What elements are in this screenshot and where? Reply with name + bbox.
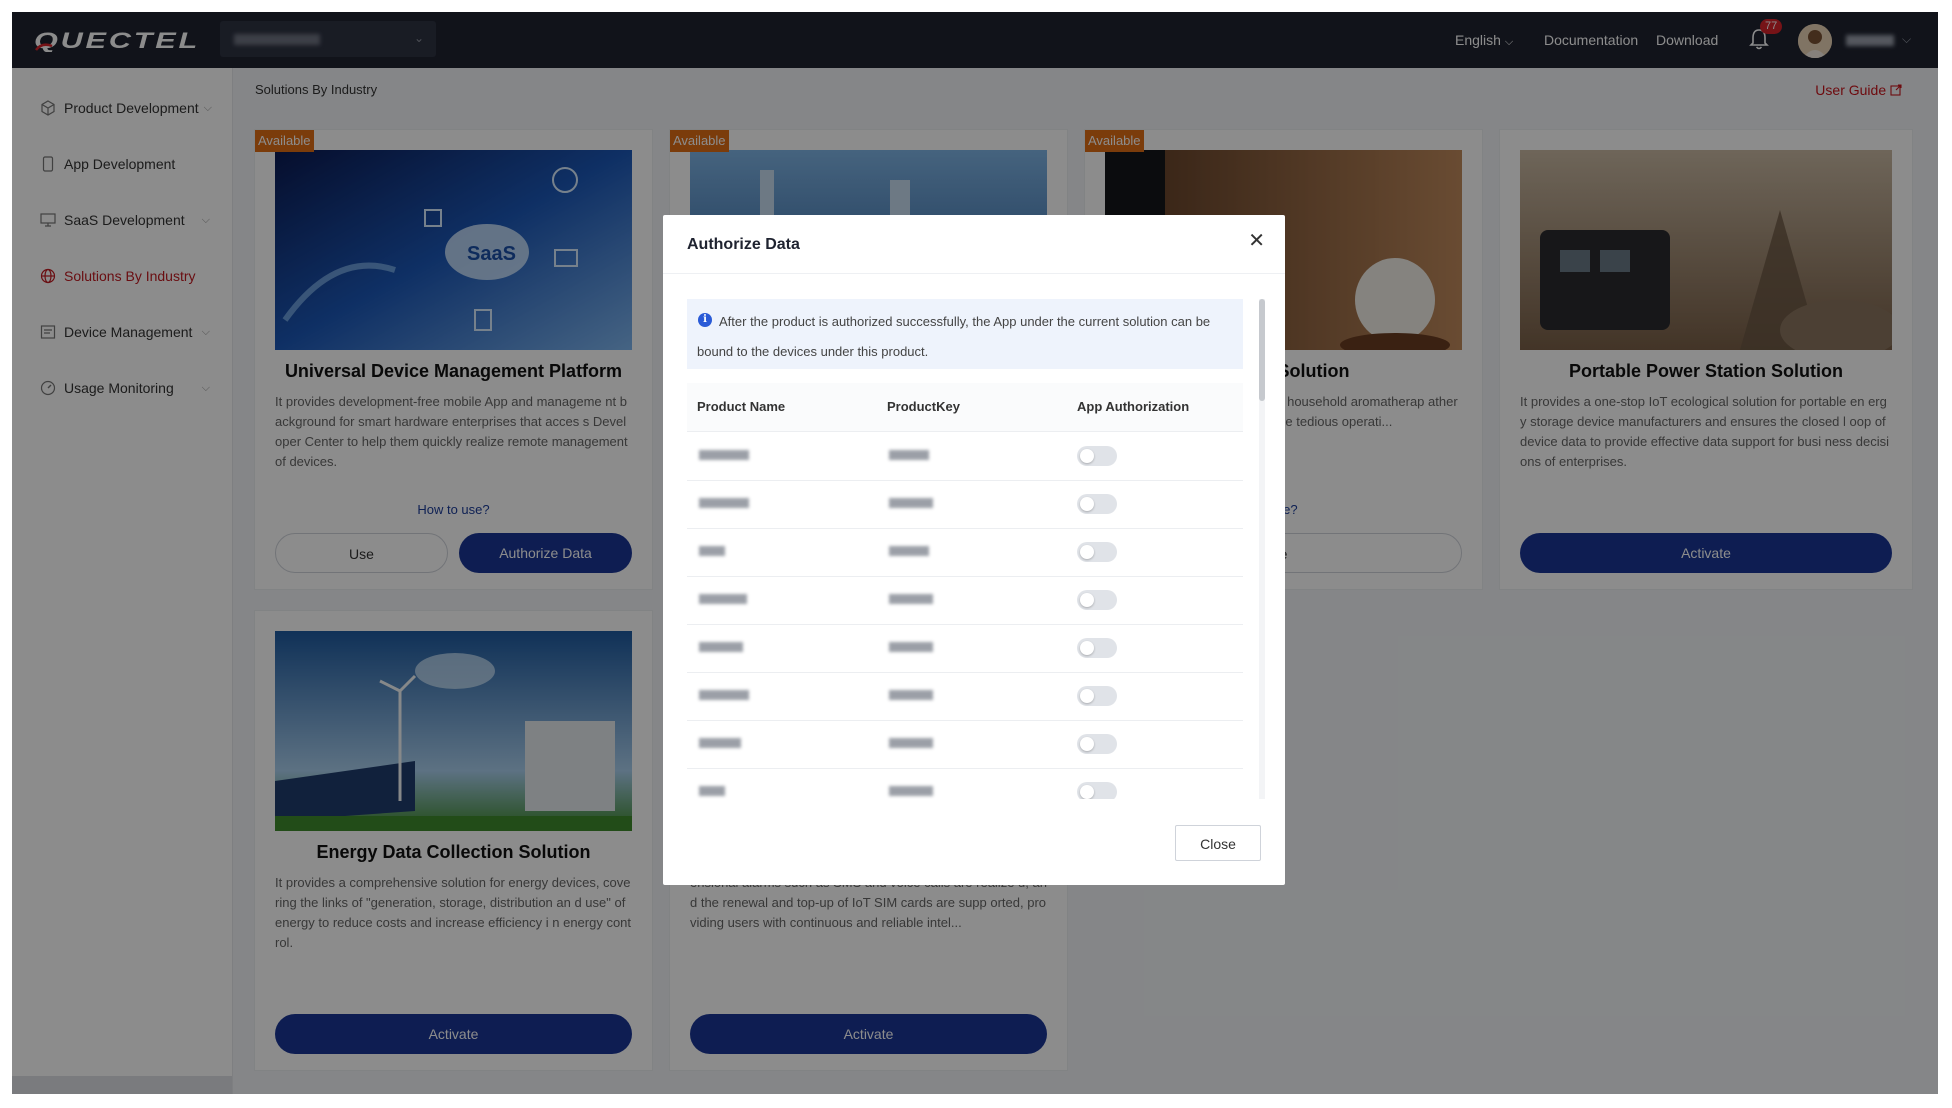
productkey-redacted <box>889 546 929 556</box>
productkey-redacted <box>889 786 933 796</box>
product-name-redacted <box>699 642 743 652</box>
authorize-data-dialog: Authorize Data ✕ i After the product is … <box>663 215 1285 885</box>
notice-text: After the product is authorized successf… <box>697 314 1211 359</box>
product-name-redacted <box>699 546 725 556</box>
table-row <box>687 768 1243 799</box>
product-name-redacted <box>699 450 749 460</box>
product-name-redacted <box>699 738 741 748</box>
product-name-redacted <box>699 498 749 508</box>
productkey-redacted <box>889 594 933 604</box>
app-authorization-toggle[interactable] <box>1077 734 1117 754</box>
table-header: Product Name ProductKey App Authorizatio… <box>687 383 1243 432</box>
product-name-redacted <box>699 786 725 796</box>
table-row <box>687 432 1243 481</box>
app-window: QUECTEL ⌄ English ⌵ Documentation Downlo… <box>12 12 1938 1094</box>
column-product-name: Product Name <box>697 399 786 414</box>
product-name-redacted <box>699 594 747 604</box>
close-button[interactable]: Close <box>1175 825 1261 861</box>
app-authorization-toggle[interactable] <box>1077 542 1117 562</box>
table-row <box>687 720 1243 769</box>
app-authorization-toggle[interactable] <box>1077 638 1117 658</box>
toggle-knob <box>1080 497 1094 511</box>
info-notice: i After the product is authorized succes… <box>687 299 1243 369</box>
dialog-scrollbar-thumb[interactable] <box>1259 299 1265 401</box>
dialog-header: Authorize Data ✕ <box>663 215 1285 274</box>
app-authorization-toggle[interactable] <box>1077 590 1117 610</box>
column-app-authorization: App Authorization <box>1077 399 1190 414</box>
toggle-knob <box>1080 737 1094 751</box>
productkey-redacted <box>889 450 929 460</box>
toggle-knob <box>1080 545 1094 559</box>
app-authorization-toggle[interactable] <box>1077 494 1117 514</box>
toggle-knob <box>1080 785 1094 799</box>
toggle-knob <box>1080 689 1094 703</box>
product-name-redacted <box>699 690 749 700</box>
productkey-redacted <box>889 498 933 508</box>
table-row <box>687 576 1243 625</box>
app-authorization-toggle[interactable] <box>1077 782 1117 799</box>
close-icon[interactable]: ✕ <box>1248 231 1265 251</box>
app-authorization-toggle[interactable] <box>1077 686 1117 706</box>
productkey-redacted <box>889 642 933 652</box>
column-productkey: ProductKey <box>887 399 960 414</box>
toggle-knob <box>1080 449 1094 463</box>
toggle-knob <box>1080 593 1094 607</box>
productkey-redacted <box>889 690 933 700</box>
productkey-redacted <box>889 738 933 748</box>
table-row <box>687 528 1243 577</box>
table-row <box>687 672 1243 721</box>
app-authorization-toggle[interactable] <box>1077 446 1117 466</box>
toggle-knob <box>1080 641 1094 655</box>
table-row <box>687 480 1243 529</box>
dialog-title: Authorize Data <box>687 236 800 253</box>
table-row <box>687 624 1243 673</box>
dialog-body: i After the product is authorized succes… <box>687 299 1253 799</box>
